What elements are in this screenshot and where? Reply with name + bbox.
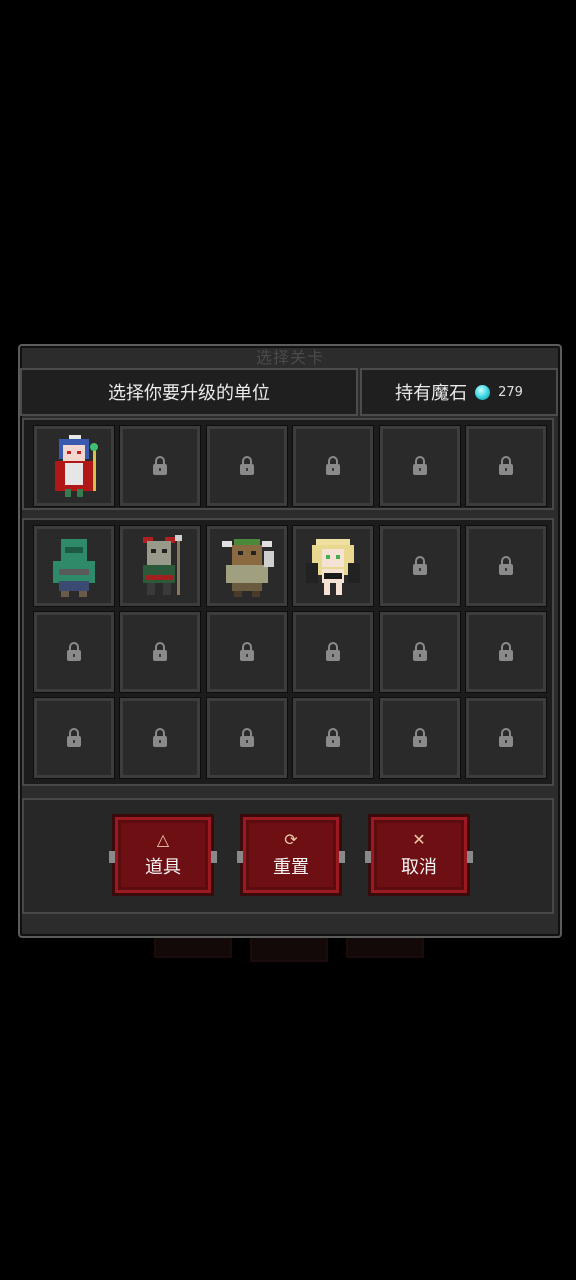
- upgrade-dialog: 选择关卡 选择你要升级的单位 持有魔石 279 △ 道具 ⟳ 重置 ✕ 取消: [18, 344, 562, 938]
- lock-icon: [326, 727, 341, 747]
- locked-slot: [119, 697, 202, 779]
- refresh-icon: ⟳: [284, 830, 298, 849]
- dialog-title-text: 选择你要升级的单位: [108, 383, 270, 404]
- lock-icon: [412, 641, 427, 661]
- cancel-button-label: 取消: [401, 857, 437, 878]
- reset-button-label: 重置: [273, 857, 309, 878]
- zombie-sprite: [53, 539, 95, 597]
- locked-slot: [464, 697, 547, 779]
- lock-icon: [498, 555, 513, 575]
- locked-slot: [464, 611, 547, 693]
- locked-slot: [119, 425, 202, 507]
- locked-slot: [119, 611, 202, 693]
- magic-stone-counter: 持有魔石 279: [360, 368, 558, 416]
- rivet: [237, 851, 243, 863]
- locked-slot: [378, 611, 461, 693]
- lock-icon: [498, 727, 513, 747]
- locked-slot: [378, 425, 461, 507]
- lock-icon: [412, 455, 427, 475]
- items-button-label: 道具: [145, 857, 181, 878]
- unit-slot-elf[interactable]: [292, 525, 375, 607]
- locked-slot: [292, 425, 375, 507]
- items-button[interactable]: △ 道具: [109, 814, 217, 896]
- locked-slot: [292, 611, 375, 693]
- locked-slot: [378, 525, 461, 607]
- locked-slot: [464, 425, 547, 507]
- lock-icon: [326, 455, 341, 475]
- lock-icon: [153, 727, 168, 747]
- lock-icon: [153, 641, 168, 661]
- flask-icon: △: [156, 830, 170, 849]
- reset-button[interactable]: ⟳ 重置: [237, 814, 345, 896]
- rivet: [109, 851, 115, 863]
- lock-icon: [498, 641, 513, 661]
- locked-slot: [33, 697, 115, 779]
- locked-slot: [205, 697, 288, 779]
- close-icon: ✕: [412, 830, 426, 849]
- unit-slot-zombie[interactable]: [33, 525, 115, 607]
- locked-slot: [292, 697, 375, 779]
- mage-girl-sprite: [55, 435, 98, 497]
- locked-slot: [33, 611, 115, 693]
- cancel-button[interactable]: ✕ 取消: [365, 814, 473, 896]
- unit-slot-orc-spear[interactable]: [119, 525, 202, 607]
- unit-slot-minotaur[interactable]: [205, 525, 288, 607]
- locked-slot: [378, 697, 461, 779]
- lock-icon: [326, 641, 341, 661]
- lock-icon: [239, 641, 254, 661]
- hero-grid: [22, 418, 554, 510]
- lock-icon: [239, 455, 254, 475]
- rivet: [467, 851, 473, 863]
- elf-sprite: [306, 539, 361, 595]
- lock-icon: [67, 641, 81, 661]
- unit-slot-mage-girl[interactable]: [33, 425, 115, 507]
- magic-stone-count: 279: [498, 384, 523, 400]
- minotaur-sprite: [221, 539, 274, 597]
- rivet: [211, 851, 217, 863]
- locked-slot: [205, 425, 288, 507]
- lock-icon: [412, 727, 427, 747]
- magic-stone-label: 持有魔石: [395, 383, 468, 404]
- lock-icon: [239, 727, 254, 747]
- unit-grid: [22, 518, 554, 786]
- locked-slot: [464, 525, 547, 607]
- rivet: [339, 851, 345, 863]
- lock-icon: [498, 455, 513, 475]
- orc-spear-sprite: [143, 535, 183, 595]
- gem-icon: [475, 384, 491, 400]
- lock-icon: [67, 727, 81, 747]
- locked-slot: [205, 611, 288, 693]
- rivet: [365, 851, 371, 863]
- dialog-title: 选择你要升级的单位: [20, 368, 358, 416]
- background-title: 选择关卡: [255, 348, 324, 367]
- lock-icon: [153, 455, 168, 475]
- action-bar: △ 道具 ⟳ 重置 ✕ 取消: [22, 798, 554, 914]
- lock-icon: [412, 555, 427, 575]
